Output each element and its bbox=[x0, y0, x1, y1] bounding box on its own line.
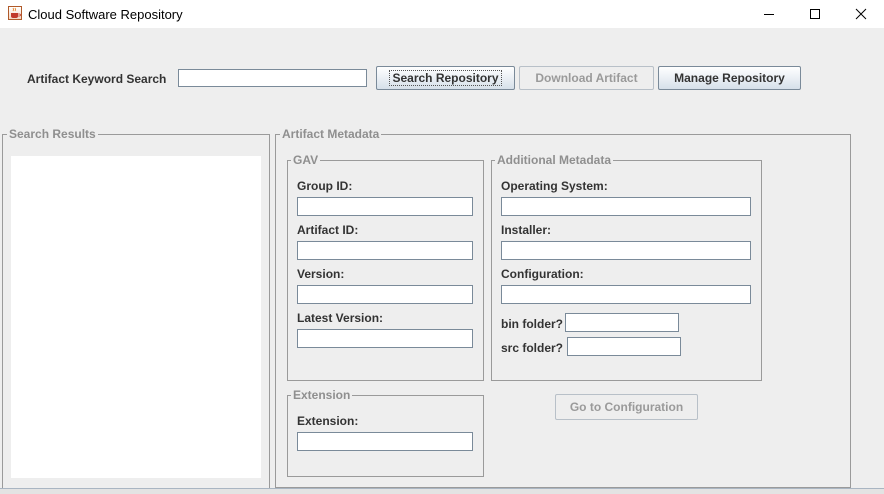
version-field[interactable] bbox=[297, 285, 473, 304]
close-icon bbox=[855, 8, 867, 20]
search-repository-button[interactable]: Search Repository bbox=[376, 66, 515, 90]
close-button[interactable] bbox=[838, 0, 884, 28]
extension-group: Extension Extension: bbox=[287, 388, 484, 477]
search-results-list[interactable] bbox=[11, 156, 261, 478]
gav-title: GAV bbox=[291, 153, 321, 167]
bin-folder-label: bin folder? bbox=[501, 317, 563, 331]
extension-title: Extension bbox=[291, 388, 353, 402]
minimize-icon bbox=[764, 14, 774, 15]
additional-metadata-group: Additional Metadata Operating System: In… bbox=[491, 153, 762, 381]
group-id-label: Group ID: bbox=[297, 179, 353, 193]
artifact-metadata-panel: Artifact Metadata GAV Group ID: Artifact… bbox=[275, 127, 851, 488]
java-cup-icon bbox=[8, 6, 22, 20]
version-label: Version: bbox=[297, 267, 345, 281]
keyword-search-label: Artifact Keyword Search bbox=[27, 72, 167, 86]
maximize-button[interactable] bbox=[792, 0, 838, 28]
operating-system-field[interactable] bbox=[501, 197, 751, 216]
bottom-edge bbox=[0, 488, 884, 494]
go-to-configuration-button[interactable]: Go to Configuration bbox=[555, 394, 698, 420]
group-id-field[interactable] bbox=[297, 197, 473, 216]
additional-metadata-title: Additional Metadata bbox=[495, 153, 614, 167]
operating-system-label: Operating System: bbox=[501, 179, 608, 193]
artifact-id-label: Artifact ID: bbox=[297, 223, 359, 237]
artifact-metadata-title: Artifact Metadata bbox=[280, 127, 382, 141]
latest-version-label: Latest Version: bbox=[297, 311, 384, 325]
installer-field[interactable] bbox=[501, 241, 751, 260]
artifact-id-field[interactable] bbox=[297, 241, 473, 260]
src-folder-field[interactable] bbox=[567, 337, 681, 356]
extension-label: Extension: bbox=[297, 414, 359, 428]
window-title: Cloud Software Repository bbox=[28, 7, 183, 22]
search-repository-label: Search Repository bbox=[389, 70, 502, 86]
bin-folder-field[interactable] bbox=[565, 313, 679, 332]
gav-group: GAV Group ID: Artifact ID: Version: Late… bbox=[287, 153, 484, 381]
src-folder-label: src folder? bbox=[501, 341, 564, 355]
configuration-label: Configuration: bbox=[501, 267, 584, 281]
installer-label: Installer: bbox=[501, 223, 552, 237]
manage-repository-button[interactable]: Manage Repository bbox=[658, 66, 801, 90]
search-results-title: Search Results bbox=[7, 127, 98, 141]
title-bar: Cloud Software Repository bbox=[0, 0, 884, 28]
download-artifact-button[interactable]: Download Artifact bbox=[519, 66, 654, 90]
latest-version-field[interactable] bbox=[297, 329, 473, 348]
keyword-search-input[interactable] bbox=[178, 69, 367, 87]
extension-field[interactable] bbox=[297, 432, 473, 451]
search-results-panel: Search Results bbox=[2, 127, 270, 490]
maximize-icon bbox=[810, 9, 820, 19]
minimize-button[interactable] bbox=[746, 0, 792, 28]
configuration-field[interactable] bbox=[501, 285, 751, 304]
